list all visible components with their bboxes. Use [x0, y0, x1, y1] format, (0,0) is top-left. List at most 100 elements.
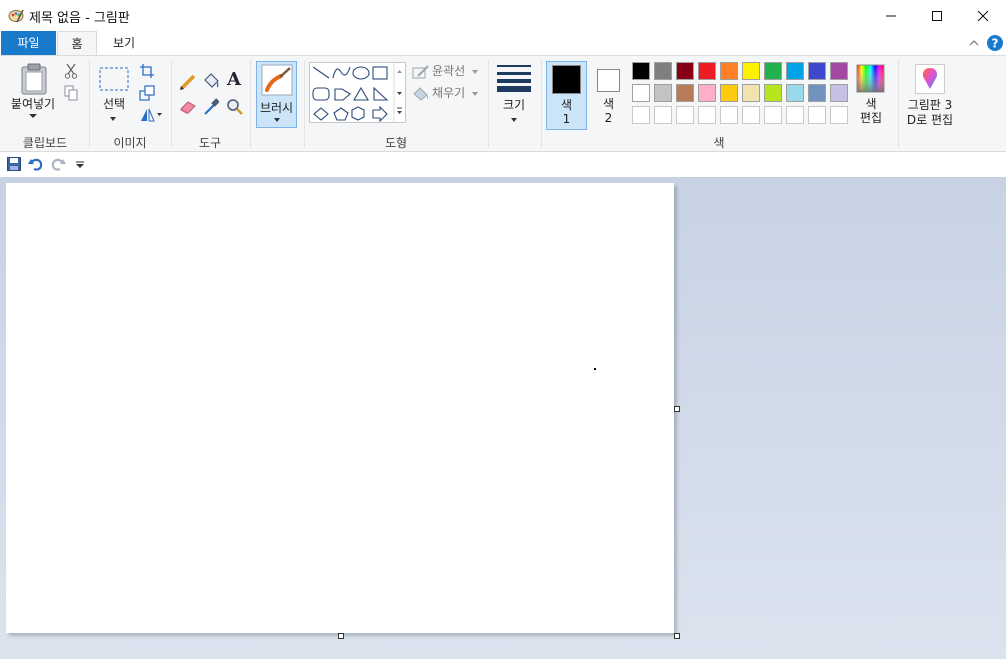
palette-swatch[interactable]: [698, 84, 716, 102]
palette-swatch[interactable]: [830, 62, 848, 80]
magnifier-icon[interactable]: [226, 98, 244, 116]
color2-swatch: [597, 69, 620, 92]
palette-swatch[interactable]: [698, 106, 716, 124]
outline-dropdown-icon[interactable]: [472, 70, 478, 74]
resize-icon[interactable]: [139, 85, 155, 101]
paste-button[interactable]: 붙여넣기: [6, 97, 60, 112]
palette-swatch[interactable]: [632, 62, 650, 80]
palette-swatch[interactable]: [786, 84, 804, 102]
close-button[interactable]: [960, 0, 1006, 31]
pencil-icon[interactable]: [179, 73, 197, 91]
pentagon-shape-icon: [333, 107, 349, 121]
rounded-rectangle-shape-icon: [312, 87, 330, 101]
palette-swatch[interactable]: [786, 106, 804, 124]
fill-dropdown-icon[interactable]: [472, 92, 478, 96]
select-button[interactable]: 선택: [94, 97, 134, 112]
ribbon: 붙여넣기 클립보드 선택 이미지 A 도구 브러시 윤곽선 채우기 도형 크기 …: [0, 55, 1006, 152]
fill-shape-icon[interactable]: [412, 85, 430, 101]
paint3d-icon: [915, 64, 945, 94]
select-dropdown-icon[interactable]: [110, 117, 116, 121]
drawing-canvas[interactable]: [6, 183, 674, 633]
palette-swatch[interactable]: [764, 62, 782, 80]
undo-icon[interactable]: [28, 157, 44, 171]
text-icon[interactable]: A: [227, 69, 241, 90]
palette-swatch[interactable]: [676, 106, 694, 124]
palette-swatch[interactable]: [830, 84, 848, 102]
customize-qat-icon[interactable]: [76, 161, 84, 169]
palette-swatch[interactable]: [676, 84, 694, 102]
palette-swatch[interactable]: [632, 84, 650, 102]
copy-icon[interactable]: [63, 85, 79, 101]
tab-file[interactable]: 파일: [1, 31, 56, 55]
oval-shape-icon: [352, 66, 370, 80]
palette-swatch[interactable]: [742, 84, 760, 102]
color1-button[interactable]: 색1: [546, 61, 587, 130]
palette-swatch[interactable]: [764, 106, 782, 124]
image-group-label: 이미지: [113, 136, 147, 150]
window-title: 제목 없음 - 그림판: [29, 11, 130, 26]
palette-swatch[interactable]: [632, 106, 650, 124]
palette-swatch[interactable]: [676, 62, 694, 80]
rotate-icon[interactable]: [139, 107, 163, 123]
eraser-icon[interactable]: [179, 98, 197, 114]
palette-swatch[interactable]: [830, 106, 848, 124]
brush-icon: [261, 64, 293, 96]
palette-swatch[interactable]: [808, 62, 826, 80]
tab-view[interactable]: 보기: [100, 31, 148, 55]
group-divider: [89, 60, 90, 148]
brush-button[interactable]: 브러시: [256, 61, 297, 128]
fill-button[interactable]: 채우기: [432, 86, 465, 101]
palette-swatch[interactable]: [742, 62, 760, 80]
palette-swatch[interactable]: [654, 62, 672, 80]
edit-colors-label: 색 편집: [859, 97, 883, 125]
palette-swatch[interactable]: [742, 106, 760, 124]
palette-swatch[interactable]: [808, 84, 826, 102]
palette-swatch[interactable]: [720, 84, 738, 102]
resize-handle-right[interactable]: [674, 406, 680, 412]
cut-icon[interactable]: [63, 63, 79, 79]
color-picker-icon[interactable]: [203, 98, 219, 116]
color2-button[interactable]: 색2: [589, 61, 628, 130]
palette-swatch[interactable]: [654, 106, 672, 124]
app-icon: [8, 9, 24, 23]
color2-label: 색2: [602, 97, 615, 125]
right-arrow-shape-icon: [372, 105, 388, 123]
palette-swatch[interactable]: [698, 62, 716, 80]
crop-icon[interactable]: [139, 63, 155, 79]
paint3d-button[interactable]: 그림판 3 D로 편집: [902, 61, 958, 130]
save-icon[interactable]: [7, 157, 21, 171]
outline-button[interactable]: 윤곽선: [432, 64, 465, 79]
palette-swatch[interactable]: [654, 84, 672, 102]
palette-swatch[interactable]: [720, 62, 738, 80]
close-icon: [977, 10, 989, 21]
size-label: 크기: [502, 98, 526, 112]
fill-icon[interactable]: [202, 72, 220, 90]
group-divider: [541, 60, 542, 148]
select-icon[interactable]: [99, 67, 129, 91]
group-divider: [898, 60, 899, 148]
shapes-gallery: [309, 62, 406, 123]
maximize-icon: [932, 10, 942, 21]
resize-handle-bottom[interactable]: [338, 633, 344, 639]
palette-swatch[interactable]: [786, 62, 804, 80]
redo-icon[interactable]: [50, 157, 66, 171]
color1-swatch: [552, 65, 581, 94]
paste-dropdown-icon[interactable]: [29, 114, 37, 120]
edit-colors-button[interactable]: 색 편집: [851, 61, 891, 130]
color1-label: 색1: [560, 98, 573, 126]
palette-swatch[interactable]: [808, 106, 826, 124]
minimize-button[interactable]: [868, 0, 914, 31]
tab-home[interactable]: 홈: [57, 31, 97, 56]
paste-icon[interactable]: [20, 63, 48, 95]
polygon-shape-icon: [334, 88, 351, 101]
palette-swatch[interactable]: [764, 84, 782, 102]
resize-handle-corner[interactable]: [674, 633, 680, 639]
maximize-button[interactable]: [914, 0, 960, 31]
diamond-shape-icon: [313, 107, 329, 121]
svg-text:?: ?: [992, 37, 999, 51]
help-icon[interactable]: ?: [987, 35, 1003, 51]
collapse-ribbon-icon[interactable]: [968, 38, 980, 48]
outline-icon[interactable]: [412, 64, 430, 80]
hexagon-shape-icon: [351, 106, 365, 121]
palette-swatch[interactable]: [720, 106, 738, 124]
